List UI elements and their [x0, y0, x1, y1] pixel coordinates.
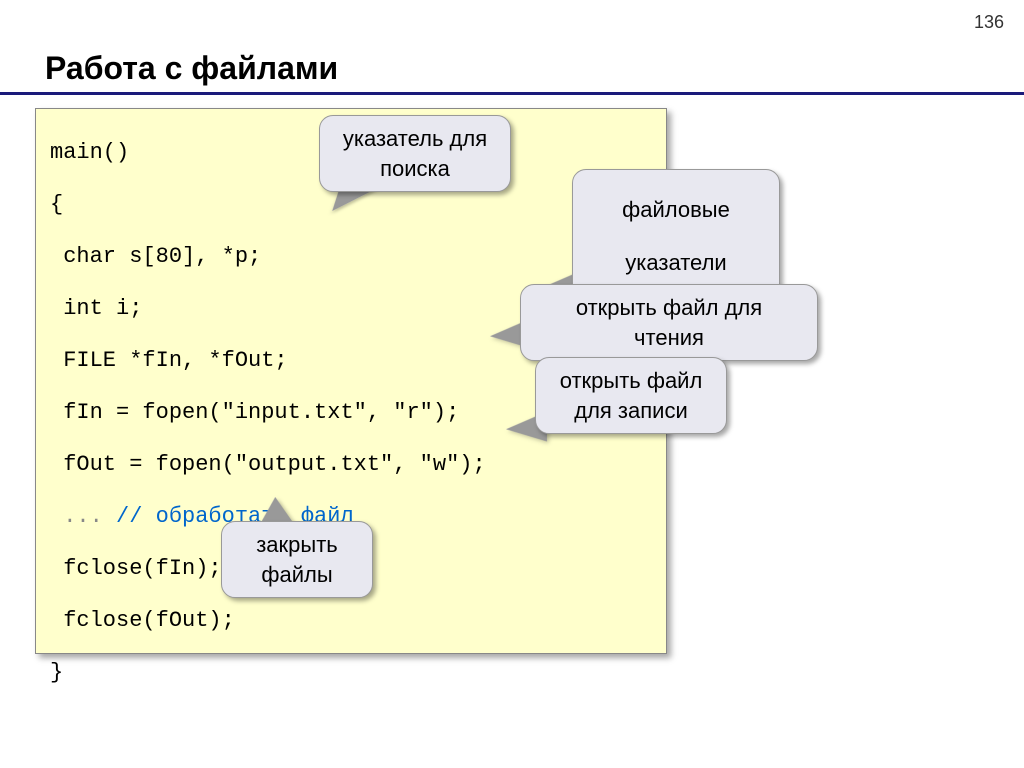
code-line: char s[80], *p;	[50, 244, 261, 269]
callout-close-files: закрыть файлы	[221, 521, 373, 598]
code-line: FILE *fIn, *fOut;	[50, 348, 288, 373]
callout-open-for-read: открыть файл для чтения	[520, 284, 818, 361]
code-line: int i;	[50, 296, 142, 321]
slide-title: Работа с файлами	[45, 50, 338, 87]
code-line: fIn = fopen("input.txt", "r");	[50, 400, 459, 425]
code-line: fclose(fIn);	[50, 556, 222, 581]
callout-pointer-for-search: указатель для поиска	[319, 115, 511, 192]
title-underline	[0, 92, 1024, 95]
code-ellipsis: ...	[50, 504, 116, 529]
page-number: 136	[974, 12, 1004, 33]
code-line: {	[50, 192, 63, 217]
code-line: }	[50, 660, 63, 685]
code-line: fOut = fopen("output.txt", "w");	[50, 452, 486, 477]
callout-open-for-write: открыть файл для записи	[535, 357, 727, 434]
code-line: fclose(fOut);	[50, 608, 235, 633]
code-line: main()	[50, 140, 129, 165]
